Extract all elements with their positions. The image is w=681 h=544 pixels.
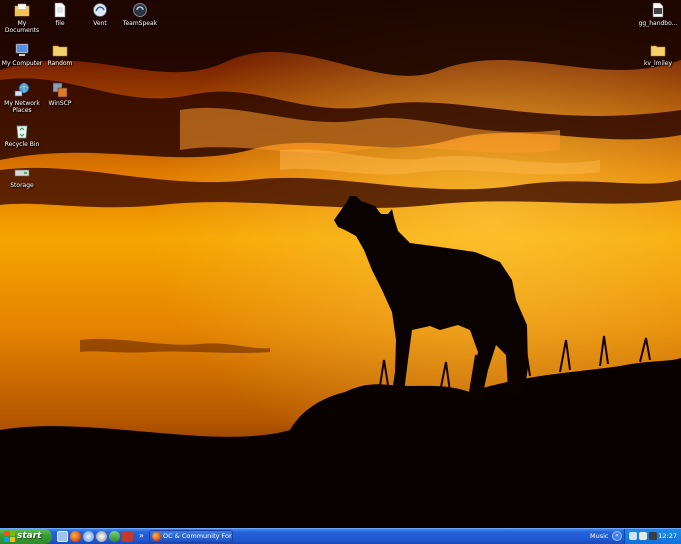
document-icon	[652, 2, 664, 18]
folder-documents-icon	[14, 3, 30, 17]
desktop-icon-file[interactable]: file	[38, 2, 82, 27]
network-tray-icon[interactable]	[629, 532, 637, 540]
desktop-icon-gg-handbook[interactable]: gg_handbo...	[636, 2, 680, 27]
desktop-wallpaper	[0, 0, 681, 528]
media-player-icon[interactable]	[96, 531, 107, 542]
system-tray: 12:27	[624, 529, 681, 544]
desktop-icon-label: Random	[47, 60, 73, 67]
show-desktop-icon[interactable]	[57, 531, 68, 542]
app-icon[interactable]	[122, 531, 133, 542]
desktop-icon-label: Recycle Bin	[4, 141, 40, 148]
desktop-icon-winscp[interactable]: WinSCP	[38, 82, 82, 107]
desktop-icon-recycle-bin[interactable]: Recycle Bin	[0, 123, 44, 148]
start-button[interactable]: start	[0, 529, 52, 544]
quick-launch-chevron[interactable]: »	[139, 530, 144, 542]
computer-icon	[15, 43, 29, 56]
desktop-icon-label: WinSCP	[48, 100, 72, 107]
desktop-icon-label: gg_handbo...	[638, 20, 678, 27]
music-toolbar-label[interactable]: Music	[590, 529, 609, 544]
desktop-icon-label: Vent	[93, 20, 107, 27]
clock[interactable]: 12:27	[658, 529, 677, 544]
file-icon	[54, 2, 66, 18]
firefox-icon[interactable]	[70, 531, 81, 542]
desktop-icon-label: TeamSpeak	[122, 20, 158, 27]
recycle-bin-icon	[16, 125, 28, 139]
browser-icon[interactable]	[83, 531, 94, 542]
desktop-icon-random[interactable]: Random	[38, 42, 82, 67]
desktop-icon-label: file	[55, 20, 65, 27]
teamspeak-icon	[133, 3, 147, 17]
tray-expand-button[interactable]: «	[612, 531, 622, 541]
taskbar-window-title: OC & Community For...	[163, 532, 233, 540]
drive-icon	[14, 169, 30, 177]
folder-icon	[52, 45, 68, 57]
winscp-icon	[52, 82, 68, 98]
windows-flag-icon	[4, 531, 15, 542]
desktop-icon-label: kv_lmiley	[643, 60, 673, 67]
app-tray-icon[interactable]	[649, 532, 657, 540]
network-icon	[14, 82, 30, 97]
desktop-icon-vent[interactable]: Vent	[78, 2, 122, 27]
volume-tray-icon[interactable]	[639, 532, 647, 540]
taskbar-window-button[interactable]: OC & Community For...	[149, 530, 233, 543]
desktop-icon-teamspeak[interactable]: TeamSpeak	[118, 2, 162, 27]
start-label: start	[17, 531, 42, 541]
folder-icon	[650, 45, 666, 57]
desktop-icon-kv-lmiley[interactable]: kv_lmiley	[636, 42, 680, 67]
vent-icon	[93, 3, 107, 17]
taskbar: start » OC & Community For... Music « 12…	[0, 528, 681, 544]
firefox-icon	[152, 532, 161, 541]
desktop-icon-storage[interactable]: Storage	[0, 164, 44, 189]
messenger-icon[interactable]	[109, 531, 120, 542]
desktop-icon-label: Storage	[10, 182, 34, 189]
